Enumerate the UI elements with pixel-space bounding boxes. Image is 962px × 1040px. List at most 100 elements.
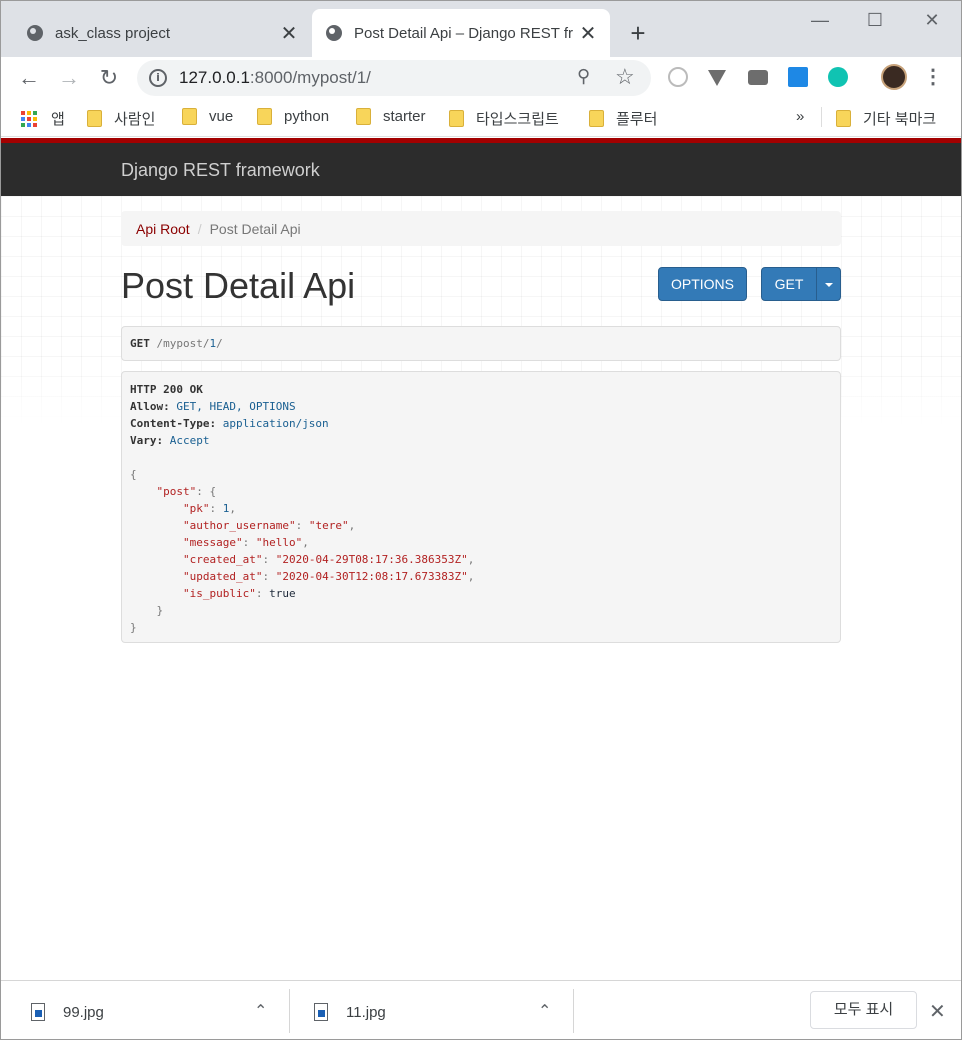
browser-toolbar: ← → ↻ i 127.0.0.1:8000/mypost/1/ ⚲ ☆ ⋮ [1, 57, 961, 99]
page-content: Api Root / Post Detail Api Post Detail Api… [1, 196, 961, 980]
download-item[interactable]: 99.jpg [31, 991, 104, 1033]
page-title: Post Detail Api [121, 265, 356, 306]
bookmark-divider [821, 107, 822, 127]
extension-vue-icon[interactable] [708, 70, 726, 86]
json-colon: : [262, 570, 276, 583]
download-extension-icon[interactable] [788, 67, 808, 87]
menu-icon[interactable]: ⋮ [923, 65, 943, 89]
tab-post-detail[interactable]: Post Detail Api – Django REST fr ✕ [312, 9, 610, 57]
json-colon: : [295, 519, 309, 532]
folder-icon [449, 110, 464, 127]
json-comma: , [302, 536, 309, 549]
download-item[interactable]: 11.jpg [314, 991, 386, 1033]
download-filename: 99.jpg [63, 1003, 104, 1021]
bookmark-label: python [284, 108, 330, 125]
request-path: /mypost/1/ [157, 337, 223, 350]
folder-icon [182, 108, 197, 125]
new-tab-button[interactable]: + [623, 19, 653, 49]
globe-icon [27, 25, 43, 41]
zoom-icon[interactable]: ⚲ [577, 66, 590, 87]
minimize-button[interactable]: — [797, 7, 843, 35]
chevron-up-icon[interactable]: ⌃ [538, 1001, 551, 1020]
bookmark-label: 플루터 [616, 111, 658, 128]
tab-ask-class[interactable]: ask_class project ✕ [15, 9, 311, 57]
bookmark-star-icon[interactable]: ☆ [615, 64, 635, 90]
bookmark-starter[interactable]: starter [356, 108, 426, 125]
bookmark-python[interactable]: python [257, 108, 329, 125]
download-shelf: 99.jpg ⌃ 11.jpg ⌃ 모두 표시 ✕ [1, 980, 961, 1039]
show-all-button[interactable]: 모두 표시 [810, 991, 917, 1029]
json-value: true [269, 587, 296, 600]
bookmark-label: 앱 [51, 111, 65, 128]
camera-icon[interactable] [748, 70, 768, 85]
bookmark-vue[interactable]: vue [182, 108, 233, 125]
navbar: Django REST framework [1, 143, 961, 196]
json-colon: : { [196, 485, 217, 498]
divider [573, 989, 574, 1033]
response-status: HTTP 200 OK [130, 383, 203, 396]
bookmark-label: vue [209, 108, 234, 125]
url-text[interactable]: 127.0.0.1:8000/mypost/1/ [179, 68, 371, 88]
navbar-brand[interactable]: Django REST framework [121, 160, 320, 181]
bookmark-label: 타입스크립트 [476, 111, 559, 128]
request-method: GET [130, 337, 150, 350]
close-icon[interactable]: ✕ [574, 19, 602, 47]
bookmark-other[interactable]: 기타 북마크 [836, 108, 936, 129]
header-value: GET, HEAD, OPTIONS [176, 400, 296, 413]
bookmark-apps[interactable]: 앱 [21, 108, 65, 129]
json-key: "is_public" [182, 587, 256, 600]
json-value: "tere" [308, 519, 349, 532]
bookmark-flutter[interactable]: 플루터 [589, 108, 657, 129]
json-value: "2020-04-29T08:17:36.386353Z" [275, 553, 468, 566]
reload-icon[interactable]: ↻ [92, 61, 126, 95]
request-info: GET /mypost/1/ [121, 326, 841, 361]
json-value: "2020-04-30T12:08:17.673383Z" [275, 570, 468, 583]
window-close-button[interactable]: ✕ [909, 7, 955, 35]
bookmarks-more-button[interactable]: » [796, 108, 804, 125]
get-button[interactable]: GET [761, 267, 817, 301]
json-comma: , [348, 519, 356, 532]
url-path: :8000/mypost/1/ [249, 68, 371, 87]
request-path-suffix: / [216, 337, 223, 350]
json-key: "updated_at" [182, 570, 263, 583]
tab-title: ask_class project [55, 24, 171, 42]
divider [289, 989, 290, 1033]
close-icon[interactable]: ✕ [929, 999, 946, 1024]
maximize-button[interactable]: ☐ [852, 7, 898, 35]
json-key: "created_at" [182, 553, 263, 566]
request-path-prefix: /mypost/ [156, 337, 210, 350]
address-bar[interactable]: i 127.0.0.1:8000/mypost/1/ ⚲ ☆ [137, 60, 651, 96]
folder-icon [589, 110, 604, 127]
image-file-icon [31, 1003, 45, 1021]
json-brace: } [130, 621, 137, 634]
info-icon[interactable]: i [149, 69, 167, 87]
json-value: "hello" [255, 536, 303, 549]
forward-icon[interactable]: → [52, 61, 86, 95]
extension-m-icon[interactable] [828, 67, 848, 87]
tab-title: Post Detail Api – Django REST fr [354, 24, 573, 42]
breadcrumb-root-link[interactable]: Api Root [136, 221, 190, 237]
breadcrumb-separator: / [197, 221, 202, 237]
folder-icon [257, 108, 272, 125]
avatar[interactable] [881, 64, 907, 90]
tab-strip: ask_class project ✕ Post Detail Api – Dj… [1, 1, 961, 57]
json-comma: , [467, 570, 475, 583]
extension-target-icon[interactable] [668, 67, 688, 87]
bookmark-label: 사람인 [114, 111, 156, 128]
options-button[interactable]: OPTIONS [658, 267, 747, 301]
json-brace: { [130, 468, 137, 481]
header-value: application/json [222, 417, 329, 430]
json-key: "message" [182, 536, 243, 549]
url-host: 127.0.0.1 [179, 68, 250, 87]
bookmark-label: starter [383, 108, 426, 125]
chevron-up-icon[interactable]: ⌃ [254, 1001, 267, 1020]
back-icon[interactable]: ← [12, 61, 46, 95]
get-format-dropdown[interactable] [816, 267, 841, 301]
json-key: "post" [156, 485, 197, 498]
folder-icon [836, 110, 851, 127]
bookmark-saramin[interactable]: 사람인 [87, 108, 155, 129]
close-icon[interactable]: ✕ [275, 19, 303, 47]
bookmarks-bar: 앱 사람인 vue python starter 타입스크립트 플루터 » 기타… [1, 99, 961, 137]
bookmark-typescript[interactable]: 타입스크립트 [449, 108, 559, 129]
json-key: "pk" [182, 502, 210, 515]
